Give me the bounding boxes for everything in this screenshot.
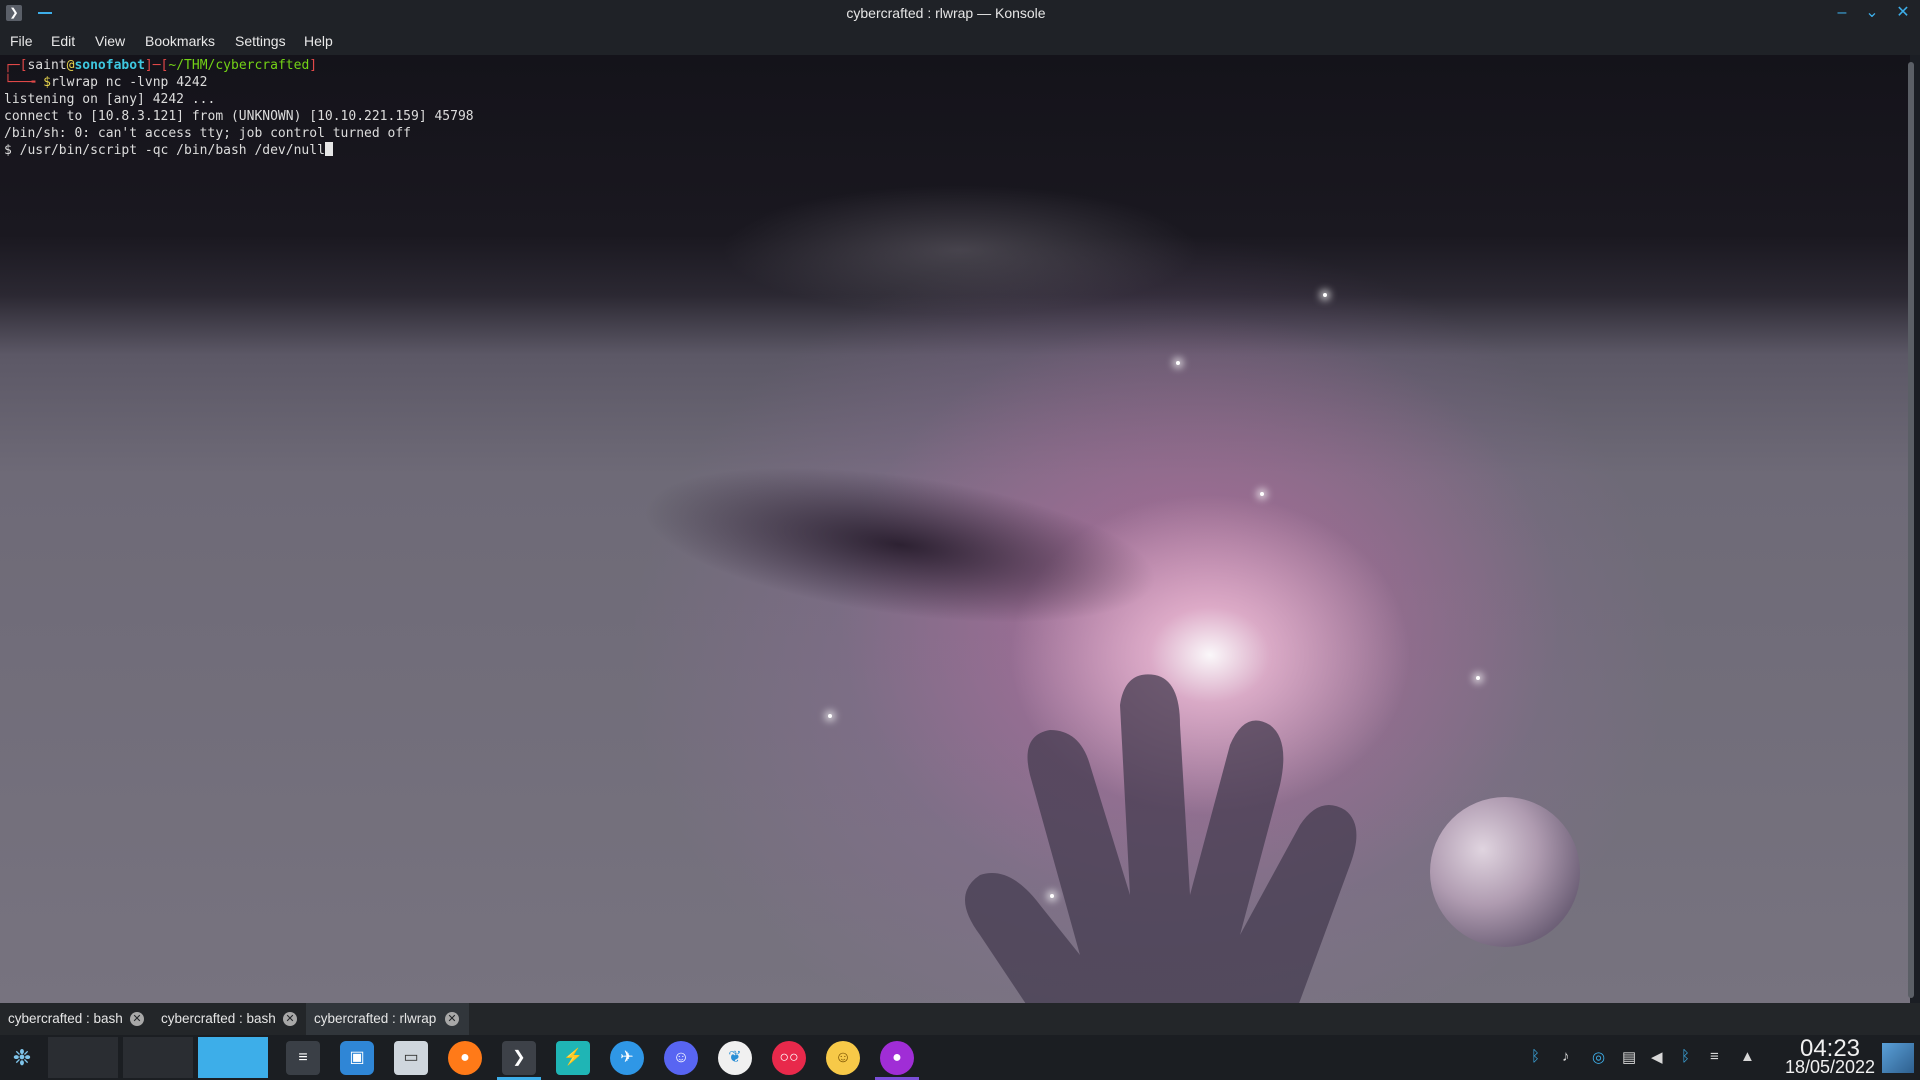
maximize-button[interactable]: ⌄ bbox=[1862, 3, 1882, 23]
minimize-button[interactable]: – bbox=[1832, 3, 1852, 23]
prompt-host: sonofabot bbox=[74, 58, 145, 73]
bluetooth-icon[interactable]: ᛒ bbox=[1531, 1048, 1540, 1065]
background-planet bbox=[1430, 797, 1580, 947]
wifi-icon[interactable]: ≡ bbox=[1710, 1048, 1719, 1065]
terminal-view[interactable]: ┌─[saint@sonofabot]─[~/THM/cybercrafted]… bbox=[0, 55, 1910, 1003]
prompt-user: saint bbox=[27, 58, 67, 73]
flickr-icon[interactable]: ○○ bbox=[772, 1041, 806, 1075]
background-haze bbox=[720, 185, 1200, 315]
prompt-path: ~/THM/cybercrafted bbox=[168, 58, 310, 73]
firefox-icon[interactable]: ● bbox=[448, 1041, 482, 1075]
bird-app-icon[interactable]: ❦ bbox=[718, 1041, 752, 1075]
emoji-icon[interactable]: ☺ bbox=[826, 1041, 860, 1075]
virtual-desktop-1[interactable] bbox=[48, 1037, 118, 1078]
text-cursor bbox=[324, 142, 333, 156]
background-star bbox=[1476, 676, 1480, 680]
tab-label: cybercrafted : rlwrap bbox=[314, 1011, 437, 1026]
close-tab-icon[interactable]: ✕ bbox=[445, 1012, 459, 1026]
show-desktop-button[interactable] bbox=[1882, 1043, 1914, 1073]
file-manager-icon[interactable]: ▭ bbox=[394, 1041, 428, 1075]
menu-file[interactable]: File bbox=[10, 33, 33, 49]
taskbar: ❉ ≡ ▣ ▭ ● ❯ ⚡ ✈ ☺ ❦ ○○ ☺ ● ᛒ ♪ ◎ ▤ ◀ ᛒ ≡… bbox=[0, 1035, 1920, 1080]
tab-bash-2[interactable]: cybercrafted : bash ✕ bbox=[153, 1003, 305, 1035]
close-tab-icon[interactable]: ✕ bbox=[283, 1012, 297, 1026]
menu-bar: File Edit View Bookmarks Settings Help bbox=[0, 28, 1920, 55]
menu-help[interactable]: Help bbox=[304, 33, 333, 49]
electron-app-icon[interactable]: ⚡ bbox=[556, 1041, 590, 1075]
kde-launcher-icon[interactable]: ❉ bbox=[5, 1041, 39, 1075]
menu-bookmarks[interactable]: Bookmarks bbox=[145, 33, 215, 49]
tab-rlwrap[interactable]: cybercrafted : rlwrap ✕ bbox=[306, 1003, 469, 1035]
window-title: cybercrafted : rlwrap — Konsole bbox=[846, 5, 1046, 21]
clipboard-icon[interactable]: ▤ bbox=[1622, 1048, 1636, 1066]
close-button[interactable]: ✕ bbox=[1893, 3, 1913, 23]
tab-bar: cybercrafted : bash ✕ cybercrafted : bas… bbox=[0, 1003, 1920, 1035]
expand-tray-icon[interactable]: ▲ bbox=[1740, 1048, 1755, 1065]
terminal-output: ┌─[saint@sonofabot]─[~/THM/cybercrafted]… bbox=[4, 58, 474, 158]
konsole-icon[interactable]: ❯ bbox=[502, 1041, 536, 1075]
system-settings-icon[interactable]: ≡ bbox=[286, 1041, 320, 1075]
virtual-desktop-2[interactable] bbox=[123, 1037, 193, 1078]
background-hand-silhouette bbox=[965, 674, 1357, 1003]
menu-view[interactable]: View bbox=[95, 33, 125, 49]
firefox-dev-icon[interactable]: ● bbox=[880, 1041, 914, 1075]
bluetooth-alt-icon[interactable]: ᛒ bbox=[1681, 1048, 1690, 1065]
discover-store-icon[interactable]: ▣ bbox=[340, 1041, 374, 1075]
close-tab-icon[interactable]: ✕ bbox=[130, 1012, 144, 1026]
current-input-line[interactable]: $ /usr/bin/script -qc /bin/bash /dev/nul… bbox=[4, 143, 325, 158]
network-app-icon[interactable]: ✈ bbox=[610, 1041, 644, 1075]
background-star bbox=[1176, 361, 1180, 365]
background-star bbox=[828, 714, 832, 718]
output-line: listening on [any] 4242 ... bbox=[4, 92, 216, 107]
kdeconnect-icon[interactable]: ◎ bbox=[1592, 1048, 1605, 1066]
menu-settings[interactable]: Settings bbox=[235, 33, 286, 49]
menu-edit[interactable]: Edit bbox=[51, 33, 75, 49]
terminal-scrollbar[interactable] bbox=[1908, 62, 1914, 998]
clock-date[interactable]: 18/05/2022 bbox=[1765, 1057, 1895, 1078]
discord-icon[interactable]: ☺ bbox=[664, 1041, 698, 1075]
tab-label: cybercrafted : bash bbox=[8, 1011, 123, 1026]
virtual-desktop-3[interactable] bbox=[198, 1037, 268, 1078]
window-titlebar[interactable]: ❯ cybercrafted : rlwrap — Konsole – ⌄ ✕ bbox=[0, 0, 1920, 28]
output-line: /bin/sh: 0: can't access tty; job contro… bbox=[4, 126, 411, 141]
background-star bbox=[1260, 492, 1264, 496]
tab-label: cybercrafted : bash bbox=[161, 1011, 276, 1026]
background-star bbox=[1323, 293, 1327, 297]
background-nebula-band bbox=[632, 439, 1168, 651]
notifications-icon[interactable]: ♪ bbox=[1562, 1048, 1570, 1065]
output-line: connect to [10.8.3.121] from (UNKNOWN) [… bbox=[4, 109, 474, 124]
tab-bash-1[interactable]: cybercrafted : bash ✕ bbox=[0, 1003, 152, 1035]
prompt-command: rlwrap nc -lvnp 4242 bbox=[50, 75, 208, 90]
volume-icon[interactable]: ◀ bbox=[1651, 1048, 1663, 1066]
